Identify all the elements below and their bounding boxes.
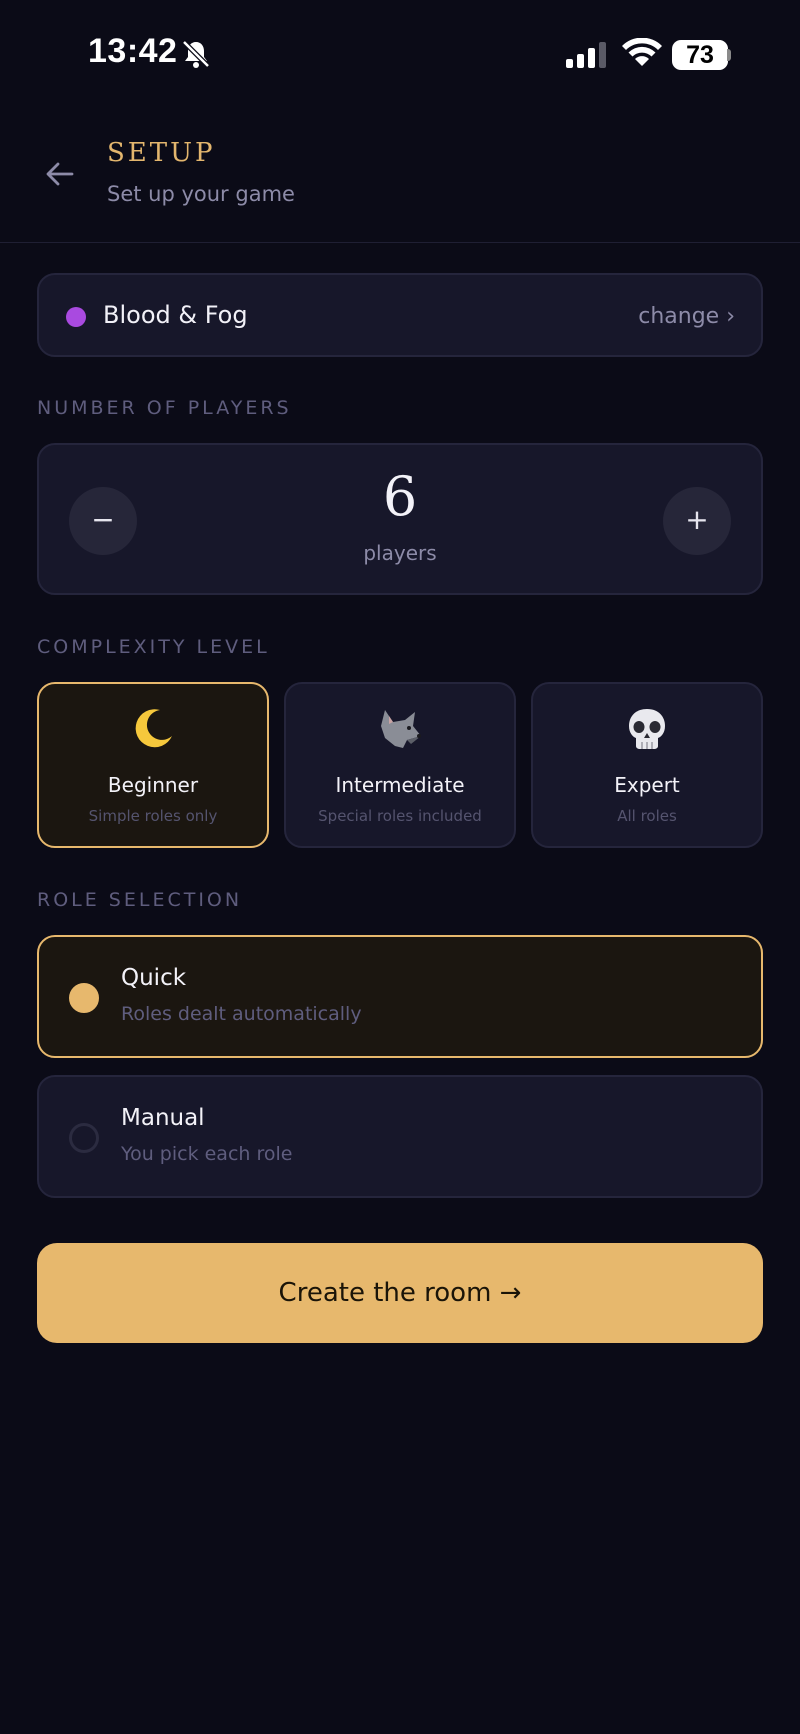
status-bar: 13:42 73 xyxy=(0,0,800,108)
role-selection-section-label: ROLE SELECTION xyxy=(37,889,243,911)
players-section-label: NUMBER OF PLAYERS xyxy=(37,397,292,419)
skull-icon xyxy=(629,709,665,749)
theme-name: Blood & Fog xyxy=(103,301,248,329)
level-description: All roles xyxy=(617,807,677,825)
role-option-description: Roles dealt automatically xyxy=(121,1003,362,1025)
wolf-icon xyxy=(381,710,421,748)
back-arrow-icon[interactable] xyxy=(42,156,78,192)
role-option-manual[interactable]: Manual You pick each role xyxy=(37,1075,763,1198)
radio-button[interactable] xyxy=(69,1123,99,1153)
level-name: Beginner xyxy=(107,773,199,797)
level-description: Special roles included xyxy=(318,807,482,825)
level-name: Expert xyxy=(614,773,680,797)
level-name: Intermediate xyxy=(335,773,465,797)
change-theme-link[interactable]: change › xyxy=(638,304,735,329)
players-stepper: − 6 players + xyxy=(37,443,763,595)
wifi-icon xyxy=(622,38,662,66)
battery-tip xyxy=(727,49,731,61)
crescent-moon-icon xyxy=(135,709,172,748)
battery-level: 73 xyxy=(672,40,728,70)
signal-icon xyxy=(566,42,606,68)
theme-selector[interactable]: Blood & Fog change › xyxy=(37,273,763,357)
level-option-beginner[interactable]: Beginner Simple roles only xyxy=(37,682,269,848)
bell-slash-icon xyxy=(182,40,210,68)
header: SETUP Set up your game xyxy=(0,108,800,243)
increase-players-button[interactable]: + xyxy=(663,487,731,555)
role-option-name: Quick xyxy=(121,965,187,991)
role-option-name: Manual xyxy=(121,1105,205,1131)
setup-screen: 13:42 73 SETUP Set up your game Blood & … xyxy=(0,0,800,1734)
role-option-description: You pick each role xyxy=(121,1143,293,1165)
level-option-intermediate[interactable]: Intermediate Special roles included xyxy=(284,682,516,848)
status-time: 13:42 xyxy=(88,32,178,70)
complexity-section-label: COMPLEXITY LEVEL xyxy=(37,636,270,658)
page-subtitle: Set up your game xyxy=(107,182,295,206)
level-description: Simple roles only xyxy=(88,807,218,825)
radio-button[interactable] xyxy=(69,983,99,1013)
theme-color-dot xyxy=(66,307,86,327)
player-count: 6 xyxy=(382,465,418,528)
level-option-expert[interactable]: Expert All roles xyxy=(531,682,763,848)
page-title: SETUP xyxy=(107,138,216,168)
create-room-button[interactable]: Create the room → xyxy=(37,1243,763,1343)
player-unit-label: players xyxy=(363,541,437,565)
role-option-quick[interactable]: Quick Roles dealt automatically xyxy=(37,935,763,1058)
